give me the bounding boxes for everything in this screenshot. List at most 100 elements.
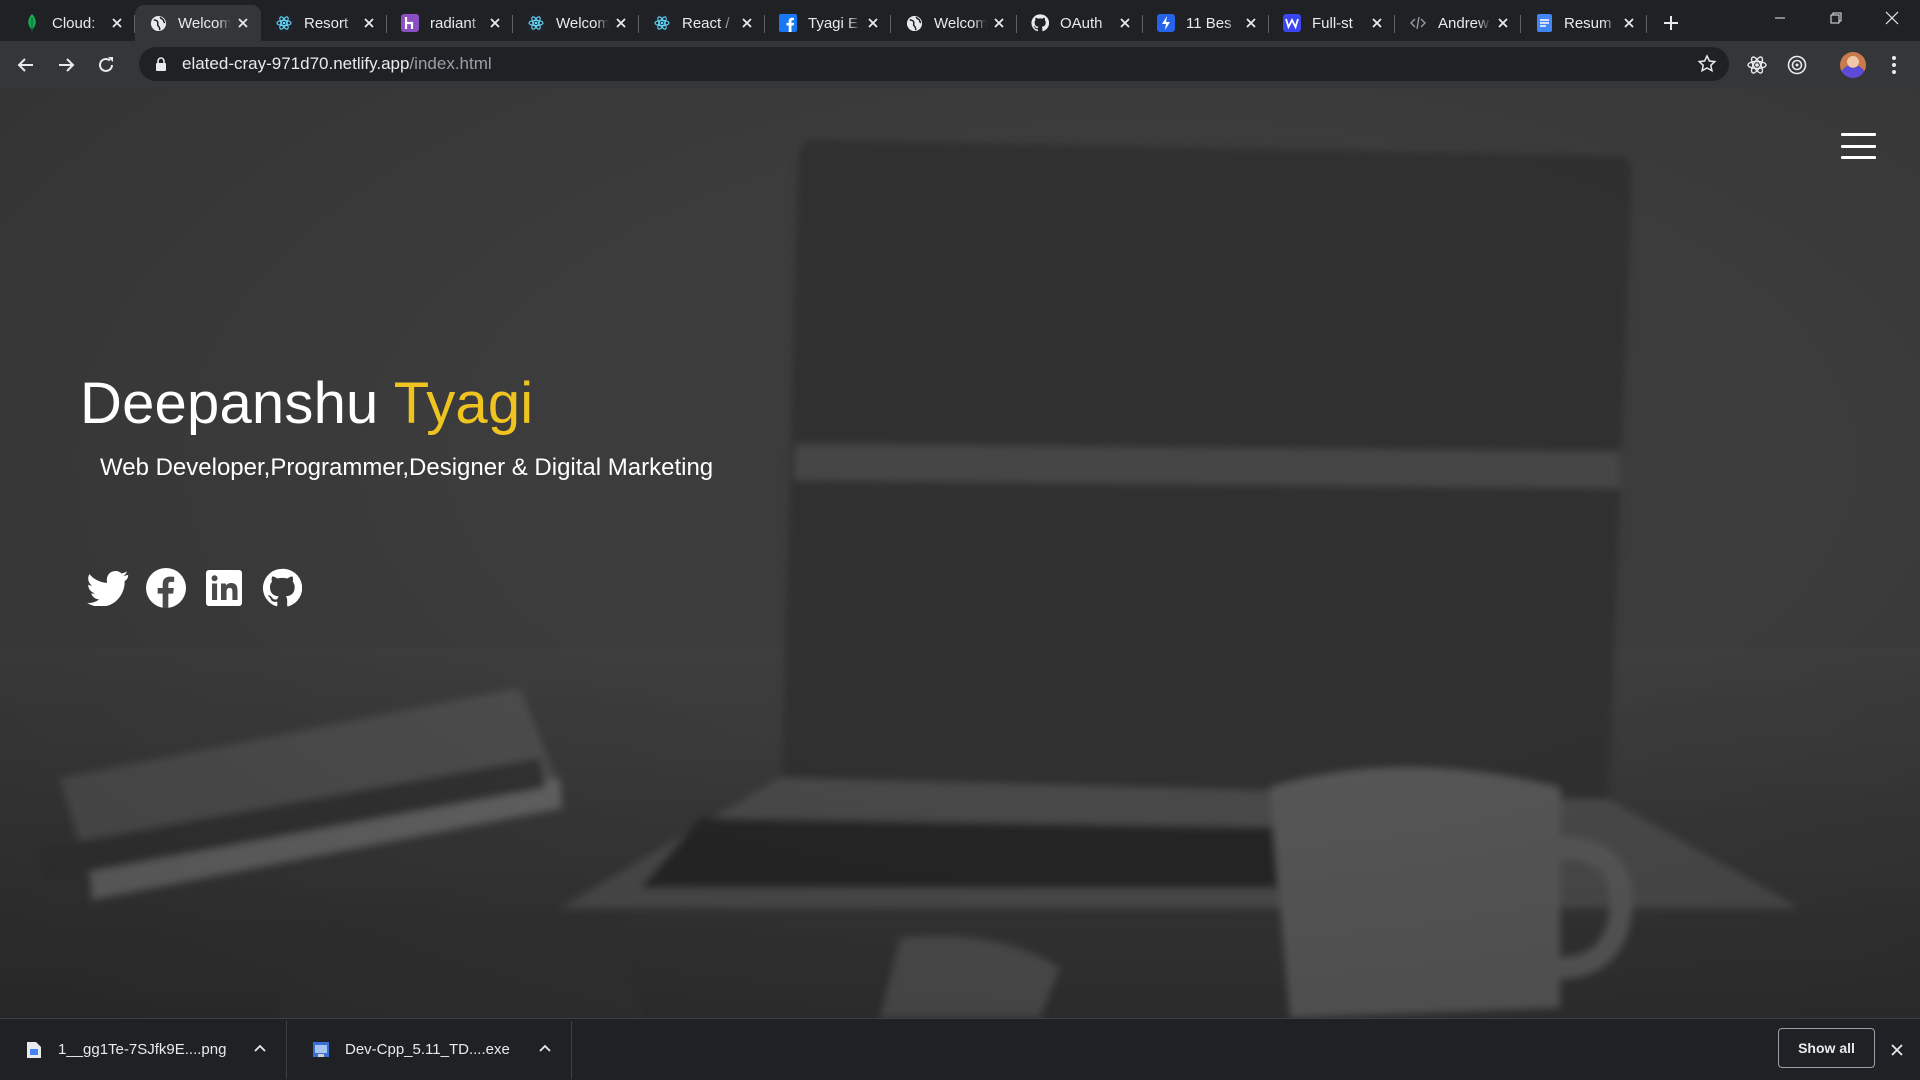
- reload-button[interactable]: [92, 51, 120, 79]
- close-tab-button[interactable]: [991, 15, 1007, 31]
- profile-avatar[interactable]: [1840, 52, 1866, 78]
- bookmark-star-icon[interactable]: [1697, 54, 1717, 74]
- restore-icon: [1830, 12, 1842, 24]
- close-tab-button[interactable]: [865, 15, 881, 31]
- browser-tab[interactable]: radiant: [387, 5, 513, 41]
- react-icon: [1747, 56, 1767, 74]
- close-icon: [613, 18, 629, 35]
- browser-tab[interactable]: React /: [639, 5, 765, 41]
- browser-tab[interactable]: Welcome: [891, 5, 1017, 41]
- tab-title: Full-st: [1312, 14, 1353, 32]
- close-tab-button[interactable]: [739, 15, 755, 31]
- url-text[interactable]: elated-cray-971d70.netlify.app/index.htm…: [182, 54, 492, 74]
- react-icon: [527, 14, 545, 32]
- close-icon: [109, 18, 125, 35]
- close-icon: [1243, 18, 1259, 35]
- browser-tab[interactable]: Full-st: [1269, 5, 1395, 41]
- browser-tab[interactable]: Andrew: [1395, 5, 1521, 41]
- close-tab-button[interactable]: [235, 15, 251, 31]
- close-icon: [739, 18, 755, 35]
- show-all-downloads-button[interactable]: Show all: [1778, 1028, 1875, 1068]
- facebook-icon: [779, 14, 797, 32]
- globe-icon: [149, 14, 167, 32]
- page-viewport: Deepanshu Tyagi Web Developer,Programmer…: [0, 88, 1920, 1018]
- target-extension[interactable]: [1785, 53, 1809, 77]
- download-filename: 1__gg1Te-7SJfk9E....png: [58, 1041, 227, 1058]
- docs-icon: [1535, 14, 1553, 32]
- tab-title: Welcome: [934, 14, 987, 32]
- tab-title: 11 Bes: [1186, 14, 1232, 32]
- browser-tab[interactable]: Welcome: [513, 5, 639, 41]
- close-tab-button[interactable]: [1369, 15, 1385, 31]
- hamburger-menu-button[interactable]: [1841, 133, 1876, 159]
- tab-title: Cloud:: [52, 14, 96, 32]
- close-icon[interactable]: [1888, 1041, 1906, 1059]
- github-icon: [1031, 14, 1049, 32]
- tab-title: Andrew: [1438, 14, 1489, 32]
- tab-title: radiant: [430, 14, 476, 32]
- close-tab-button[interactable]: [1495, 15, 1511, 31]
- address-bar[interactable]: elated-cray-971d70.netlify.app/index.htm…: [139, 47, 1729, 81]
- facebook-link[interactable]: [144, 566, 188, 610]
- browser-tab[interactable]: Resort: [261, 5, 387, 41]
- close-tab-button[interactable]: [487, 15, 503, 31]
- react-icon: [653, 14, 671, 32]
- tab-title: Tyagi E: [808, 14, 859, 32]
- browser-tab[interactable]: 11 Bes: [1143, 5, 1269, 41]
- minimize-button[interactable]: [1752, 0, 1808, 36]
- tab-title: React /: [682, 14, 730, 32]
- target-icon: [1787, 55, 1807, 75]
- new-tab-button[interactable]: [1653, 5, 1689, 41]
- close-icon: [235, 18, 251, 35]
- browser-tab[interactable]: Welcome: [135, 5, 261, 41]
- bolt-icon: [1157, 14, 1175, 32]
- twitter-link[interactable]: [86, 566, 130, 610]
- more-vert-icon[interactable]: [1884, 52, 1904, 78]
- h-logo-icon: [401, 14, 419, 32]
- close-tab-button[interactable]: [1117, 15, 1133, 31]
- browser-tab[interactable]: Cloud:: [9, 5, 135, 41]
- react-devtools-extension[interactable]: [1745, 53, 1769, 77]
- tab-title: OAuth: [1060, 14, 1103, 32]
- back-button[interactable]: [12, 51, 40, 79]
- download-item[interactable]: Dev-Cpp_5.11_TD....exe: [287, 1019, 571, 1080]
- close-icon: [991, 18, 1007, 35]
- url-path: /index.html: [409, 54, 492, 73]
- close-icon: [1885, 11, 1899, 25]
- background-overlay: [0, 88, 1920, 1018]
- linkedin-link[interactable]: [202, 566, 246, 610]
- close-tab-button[interactable]: [361, 15, 377, 31]
- minimize-icon: [1775, 17, 1785, 19]
- download-filename: Dev-Cpp_5.11_TD....exe: [345, 1041, 510, 1058]
- close-icon: [1369, 18, 1385, 35]
- close-tab-button[interactable]: [613, 15, 629, 31]
- window-controls: [1752, 0, 1920, 36]
- close-tab-button[interactable]: [1243, 15, 1259, 31]
- download-item[interactable]: 1__gg1Te-7SJfk9E....png: [0, 1019, 286, 1080]
- chevron-up-icon[interactable]: [537, 1041, 553, 1057]
- restore-button[interactable]: [1808, 0, 1864, 36]
- github-link[interactable]: [260, 566, 304, 610]
- code-icon: [1409, 14, 1427, 32]
- url-host: elated-cray-971d70.netlify.app: [182, 54, 410, 73]
- tab-strip: Cloud: Welcome Resort radiant Welcome React /…: [0, 0, 1920, 41]
- hero-name: Deepanshu Tyagi: [80, 370, 533, 437]
- social-links: [86, 566, 318, 610]
- close-icon: [865, 18, 881, 35]
- hero-first-name: Deepanshu: [80, 371, 379, 436]
- tab-title: Welcome: [178, 14, 231, 32]
- close-tab-button[interactable]: [109, 15, 125, 31]
- tab-title: Resort: [304, 14, 349, 32]
- leaf-icon: [23, 14, 41, 32]
- forward-button[interactable]: [52, 51, 80, 79]
- close-tab-button[interactable]: [1621, 15, 1637, 31]
- chevron-up-icon[interactable]: [252, 1041, 268, 1057]
- lock-icon[interactable]: [154, 57, 168, 71]
- browser-tab[interactable]: OAuth: [1017, 5, 1143, 41]
- close-icon: [1621, 18, 1637, 35]
- close-window-button[interactable]: [1864, 0, 1920, 36]
- menu-bar: [1841, 156, 1876, 159]
- browser-tab[interactable]: Tyagi E: [765, 5, 891, 41]
- browser-tab[interactable]: Resum: [1521, 5, 1647, 41]
- react-icon: [275, 14, 293, 32]
